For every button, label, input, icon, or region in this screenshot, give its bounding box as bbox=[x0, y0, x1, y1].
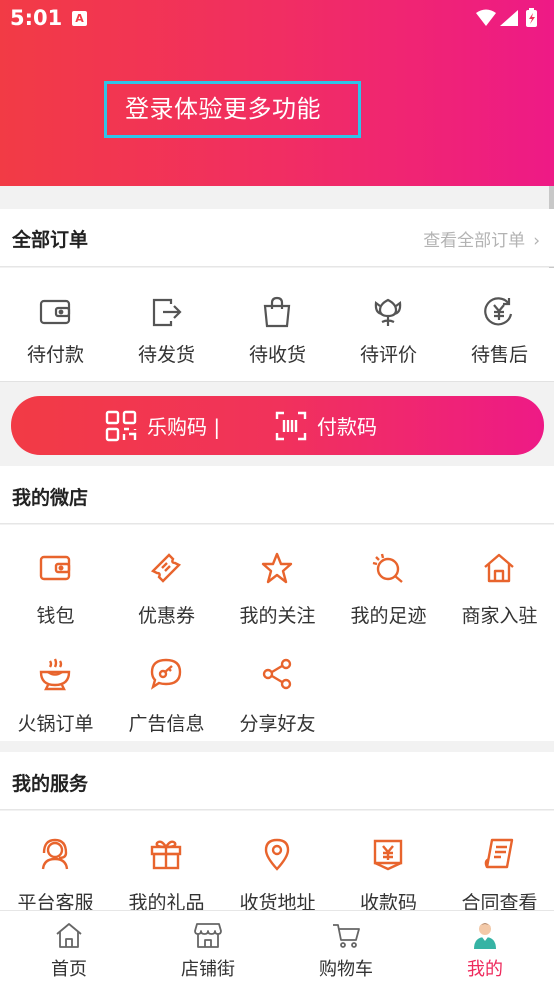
notification-icon: A bbox=[72, 11, 87, 26]
coupon-entry[interactable]: 优惠券 bbox=[111, 525, 222, 633]
contract-icon bbox=[484, 838, 514, 869]
micro-shop-grid: 钱包 优惠券 我的关注 我的足迹 商家入驻 火锅订单 广告信息 分享好友 bbox=[0, 525, 554, 741]
services-header: 我的服务 bbox=[0, 752, 554, 810]
grid-item-label: 优惠券 bbox=[137, 605, 195, 627]
share-friends-entry[interactable]: 分享好友 bbox=[222, 633, 333, 741]
services-title: 我的服务 bbox=[12, 773, 89, 795]
pay-bar: 乐购码 | 付款码 bbox=[11, 396, 544, 455]
contract-view-entry[interactable]: 合同查看 bbox=[444, 811, 554, 921]
ship-out-icon bbox=[152, 298, 182, 327]
tab-home[interactable]: 首页 bbox=[0, 911, 138, 984]
grid-item-label: 商家入驻 bbox=[461, 605, 538, 627]
merchant-join-entry[interactable]: 商家入驻 bbox=[444, 525, 554, 633]
micro-shop-title: 我的微店 bbox=[12, 487, 89, 509]
micro-shop-header: 我的微店 bbox=[0, 466, 554, 524]
view-all-orders-label: 查看全部订单 bbox=[423, 231, 526, 251]
footprint-entry[interactable]: 我的足迹 bbox=[333, 525, 444, 633]
wallet-entry[interactable]: 钱包 bbox=[0, 525, 111, 633]
wallet-icon bbox=[39, 555, 71, 581]
ad-message-icon bbox=[150, 658, 182, 690]
footprint-icon bbox=[372, 553, 403, 583]
share-icon bbox=[262, 658, 292, 690]
status-time: 5:01 bbox=[10, 6, 63, 30]
wifi-icon bbox=[476, 9, 496, 26]
order-pending-review[interactable]: 待评价 bbox=[333, 268, 444, 382]
orders-header: 全部订单 查看全部订单 › bbox=[0, 209, 554, 267]
my-gifts-entry[interactable]: 我的礼品 bbox=[111, 811, 222, 921]
profile-page: 5:01 A 登录体验更多功能 全部订单 查看全部订单 › 待付款 待发货 待收… bbox=[0, 0, 554, 984]
order-pending-payment[interactable]: 待付款 bbox=[0, 268, 111, 382]
star-icon bbox=[261, 552, 293, 584]
customer-service-entry[interactable]: 平台客服 bbox=[0, 811, 111, 921]
order-status-label: 待付款 bbox=[26, 344, 84, 366]
ad-info-entry[interactable]: 广告信息 bbox=[111, 633, 222, 741]
services-grid: 平台客服 我的礼品 收货地址 收款码 合同查看 bbox=[0, 811, 554, 921]
tab-label: 首页 bbox=[51, 959, 87, 980]
signal-icon bbox=[500, 10, 518, 26]
status-bar: 5:01 A bbox=[0, 0, 554, 38]
flower-icon bbox=[374, 298, 402, 326]
view-all-orders-link[interactable]: 查看全部订单 › bbox=[423, 226, 540, 251]
payment-code-button[interactable]: 付款码 bbox=[275, 396, 377, 455]
wallet-icon bbox=[39, 299, 71, 325]
order-status-label: 待评价 bbox=[359, 344, 417, 366]
store-icon bbox=[194, 923, 222, 948]
profile-icon bbox=[474, 923, 496, 949]
tab-store-street[interactable]: 店铺街 bbox=[139, 911, 277, 984]
refund-yen-icon bbox=[484, 297, 513, 326]
grid-item-label: 分享好友 bbox=[239, 713, 316, 735]
hotpot-order-entry[interactable]: 火锅订单 bbox=[0, 633, 111, 741]
coupon-icon bbox=[150, 553, 182, 583]
status-icons bbox=[476, 8, 537, 27]
hotpot-icon bbox=[39, 658, 71, 691]
tab-mine[interactable]: 我的 bbox=[416, 911, 554, 984]
shopping-bag-icon bbox=[263, 296, 291, 328]
payment-code-label: 付款码 bbox=[317, 415, 377, 439]
grid-item-label: 钱包 bbox=[36, 605, 75, 627]
following-entry[interactable]: 我的关注 bbox=[222, 525, 333, 633]
cart-icon bbox=[333, 924, 360, 948]
bottom-tab-bar: 首页 店铺街 购物车 我的 bbox=[0, 910, 554, 984]
profile-header: 5:01 A 登录体验更多功能 bbox=[0, 0, 554, 186]
grid-item-label: 火锅订单 bbox=[17, 713, 94, 735]
qr-code-icon bbox=[105, 410, 137, 441]
pay-bar-container: 乐购码 | 付款码 bbox=[0, 383, 554, 465]
orders-title: 全部订单 bbox=[12, 229, 89, 251]
order-after-sale[interactable]: 待售后 bbox=[444, 268, 554, 382]
gift-icon bbox=[150, 840, 182, 870]
tab-label: 店铺街 bbox=[181, 959, 235, 980]
home-tab-icon bbox=[56, 923, 82, 948]
order-status-label: 待售后 bbox=[470, 344, 528, 366]
grid-item-label: 广告信息 bbox=[128, 713, 205, 735]
legou-code-label: 乐购码 | bbox=[147, 415, 221, 439]
chevron-right-icon: › bbox=[533, 231, 540, 251]
order-status-label: 待发货 bbox=[137, 344, 195, 366]
home-icon bbox=[484, 553, 514, 583]
order-status-row: 待付款 待发货 待收货 待评价 待售后 bbox=[0, 268, 554, 382]
grid-item-label: 我的足迹 bbox=[350, 605, 427, 627]
barcode-icon bbox=[275, 411, 307, 440]
tab-label: 购物车 bbox=[319, 959, 373, 980]
receive-money-icon bbox=[373, 839, 403, 871]
tab-cart[interactable]: 购物车 bbox=[277, 911, 415, 984]
login-prompt[interactable]: 登录体验更多功能 bbox=[104, 81, 361, 138]
order-pending-receipt[interactable]: 待收货 bbox=[222, 268, 333, 382]
shipping-address-entry[interactable]: 收货地址 bbox=[222, 811, 333, 921]
location-pin-icon bbox=[264, 838, 290, 871]
tab-label: 我的 bbox=[467, 959, 503, 980]
legou-code-button[interactable]: 乐购码 | bbox=[105, 396, 220, 455]
grid-item-label: 我的关注 bbox=[239, 605, 316, 627]
order-status-label: 待收货 bbox=[248, 344, 306, 366]
order-pending-shipment[interactable]: 待发货 bbox=[111, 268, 222, 382]
headset-icon bbox=[41, 838, 69, 870]
receive-code-entry[interactable]: 收款码 bbox=[333, 811, 444, 921]
